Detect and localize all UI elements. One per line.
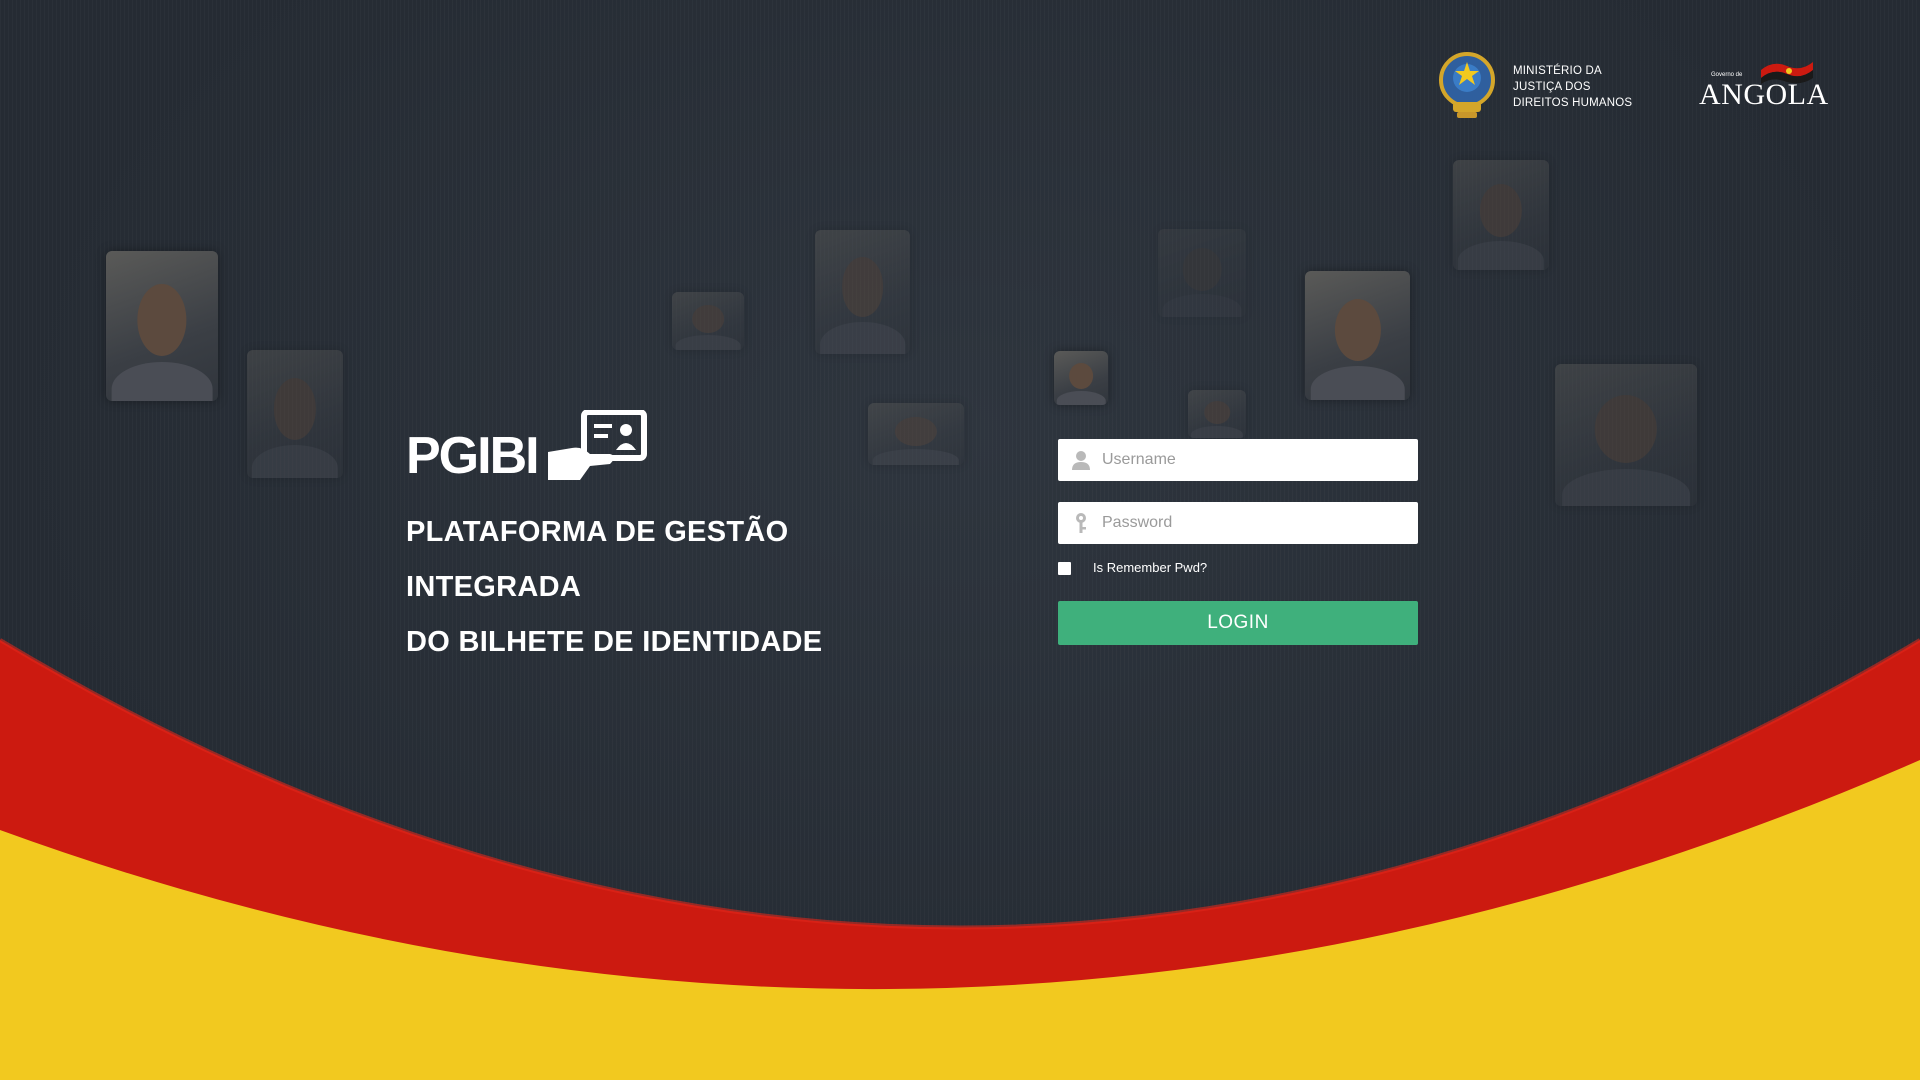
- coat-of-arms-icon: [1439, 52, 1495, 118]
- password-input[interactable]: [1102, 502, 1402, 544]
- password-field: [1058, 502, 1418, 544]
- username-field: [1058, 439, 1418, 481]
- ministry-name: MINISTÉRIO DA JUSTIÇA DOS DIREITOS HUMAN…: [1513, 63, 1643, 111]
- login-button[interactable]: LOGIN: [1058, 601, 1418, 645]
- user-icon: [1072, 451, 1090, 470]
- country-name: ANGOLA: [1699, 78, 1829, 111]
- logo-text: PGIBI: [406, 427, 540, 485]
- remember-password-label[interactable]: Is Remember Pwd?: [1093, 560, 1207, 575]
- ministry-line: DIREITOS HUMANOS: [1513, 97, 1633, 109]
- remember-password-row: Is Remember Pwd?: [1058, 559, 1418, 579]
- id-card-icon: [548, 410, 647, 480]
- ministry-line: JUSTIÇA DOS: [1513, 81, 1591, 93]
- ministry-line: MINISTÉRIO DA: [1513, 65, 1602, 77]
- username-input[interactable]: [1102, 439, 1402, 481]
- platform-title: PLATAFORMA DE GESTÃO INTEGRADA DO BILHET…: [406, 505, 966, 670]
- platform-title-line: DO BILHETE DE IDENTIDADE: [406, 626, 823, 658]
- login-form: Is Remember Pwd? LOGIN: [1058, 439, 1418, 645]
- remember-password-checkbox[interactable]: [1058, 562, 1071, 575]
- platform-title-line: PLATAFORMA DE GESTÃO INTEGRADA: [406, 516, 789, 603]
- ministry-logo: MINISTÉRIO DA JUSTIÇA DOS DIREITOS HUMAN…: [1437, 50, 1637, 125]
- government-angola-logo: Governo de ANGOLA: [1695, 56, 1828, 112]
- key-icon: [1076, 513, 1086, 533]
